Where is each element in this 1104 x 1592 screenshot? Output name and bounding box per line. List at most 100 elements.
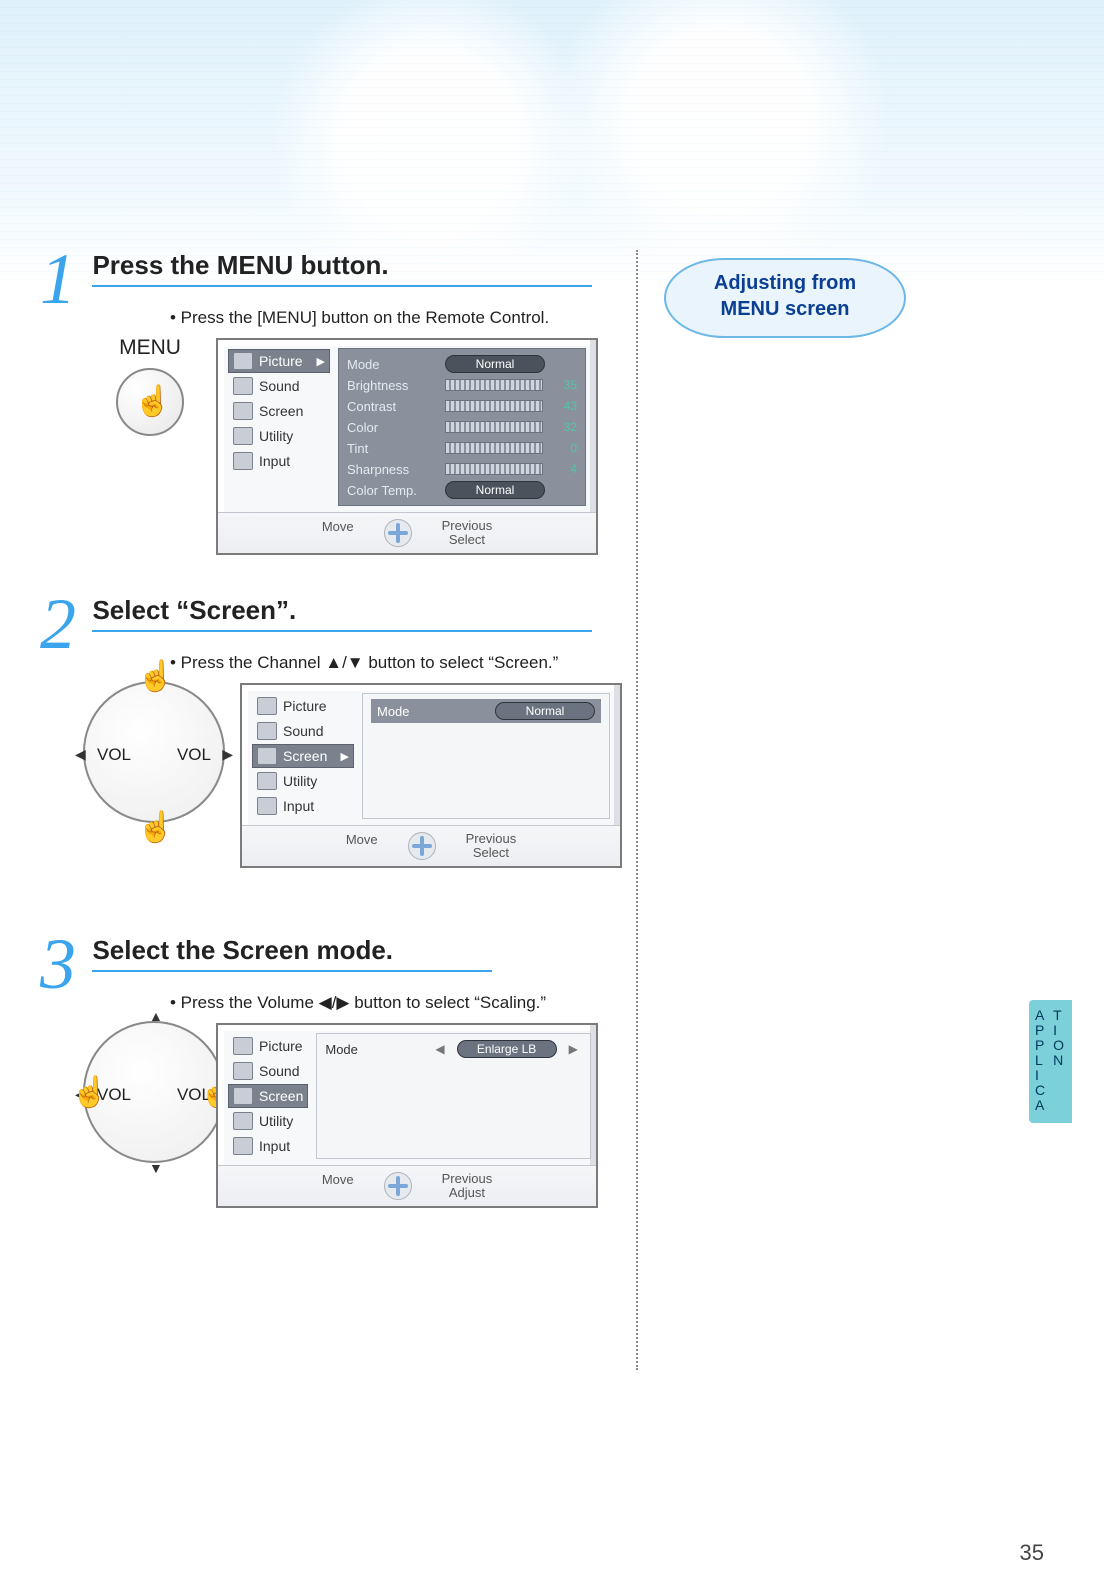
- osd-menu-item[interactable]: Screen: [228, 1084, 308, 1108]
- menu-category-icon: [233, 1037, 253, 1055]
- step-title: Select the Screen mode.: [92, 935, 492, 966]
- step-1: 1 Press the MENU button. • Press the [ME…: [40, 250, 680, 555]
- osd-menu-item[interactable]: Screen ▶: [252, 744, 354, 768]
- osd-slider[interactable]: [445, 442, 543, 454]
- osd-foot-select: Select: [473, 846, 509, 860]
- osd-menu-label: Utility: [259, 1113, 303, 1129]
- osd-menu-label: Screen: [259, 403, 325, 419]
- title-rule: [92, 970, 492, 972]
- triangle-left-icon: ◀: [75, 746, 86, 763]
- step-note: • Press the [MENU] button on the Remote …: [170, 308, 680, 328]
- menu-category-icon: [233, 452, 253, 470]
- side-tab-col1: APPLICA: [1035, 1008, 1047, 1113]
- remote-dpad-illustration: ▲ ▼ ◀ ▶ VOL VOL ☝ ☝: [68, 661, 240, 823]
- osd-setting-key: Mode: [347, 357, 437, 372]
- osd-menu-label: Input: [259, 453, 325, 469]
- vol-label-left: VOL: [97, 745, 131, 765]
- osd-menu-item[interactable]: Input: [228, 1134, 308, 1158]
- osd-menu-label: Utility: [283, 773, 349, 789]
- osd-menu-item[interactable]: Picture: [252, 694, 354, 718]
- osd-menu-item[interactable]: Picture ▶: [228, 349, 330, 373]
- osd-foot-move: Move: [322, 1172, 354, 1200]
- osd-setting-key: Color Temp.: [347, 483, 437, 498]
- menu-category-icon: [233, 377, 253, 395]
- osd-value: 0: [551, 441, 577, 455]
- osd-menu-item[interactable]: Picture: [228, 1034, 308, 1058]
- chevron-right-icon: ▶: [317, 355, 325, 368]
- osd-setting-row[interactable]: Mode Normal: [347, 354, 577, 374]
- osd-value-pill: Normal: [445, 355, 545, 373]
- menu-category-icon: [233, 352, 253, 370]
- osd-foot-previous: Previous: [442, 1172, 493, 1186]
- osd-menu-label: Sound: [259, 378, 325, 394]
- osd-setting-row[interactable]: Color Temp.Normal: [347, 480, 577, 500]
- osd-foot-move: Move: [322, 519, 354, 547]
- menu-category-icon: [257, 747, 277, 765]
- osd-foot-select: Adjust: [449, 1186, 485, 1200]
- osd-menu-item[interactable]: Utility: [252, 769, 354, 793]
- osd-setting-key: Tint: [347, 441, 437, 456]
- hand-icon: ☝: [71, 1075, 108, 1110]
- osd-slider[interactable]: [445, 400, 543, 412]
- osd-slider[interactable]: [445, 463, 543, 475]
- hand-icon: ☝: [137, 659, 174, 694]
- osd-menu-item[interactable]: Input: [252, 794, 354, 818]
- osd-foot-right: PreviousSelect: [466, 832, 517, 860]
- osd-menu-item[interactable]: Sound: [228, 1059, 308, 1083]
- osd-footer: Move PreviousAdjust: [218, 1165, 596, 1206]
- dpad-icon: [408, 832, 436, 860]
- osd-menu-item[interactable]: Utility: [228, 1109, 308, 1133]
- side-tab: APPLICA TION: [1029, 1000, 1072, 1123]
- osd-setting-key: Contrast: [347, 399, 437, 414]
- osd-footer: MovePreviousSelect: [218, 512, 596, 553]
- title-rule: [92, 285, 592, 287]
- decorative-banner: [0, 0, 1104, 280]
- osd-menu-label: Input: [283, 798, 349, 814]
- osd-value-pill: Normal: [495, 702, 595, 720]
- menu-category-icon: [257, 722, 277, 740]
- chevron-right-icon: ▶: [341, 750, 349, 763]
- triangle-left-icon[interactable]: ◀: [431, 1042, 448, 1056]
- osd-slider[interactable]: [445, 421, 543, 433]
- osd-setting-row[interactable]: Color32: [347, 417, 577, 437]
- hand-icon: ☝: [134, 384, 171, 419]
- osd-setting-key: Mode: [325, 1042, 415, 1057]
- osd-menu-label: Screen: [283, 748, 335, 764]
- osd-foot-previous: Previous: [442, 519, 493, 533]
- osd-menu-item[interactable]: Input: [228, 449, 330, 473]
- step-title: Press the MENU button.: [92, 250, 592, 281]
- page-number: 35: [1020, 1540, 1044, 1566]
- osd-setting-key: Sharpness: [347, 462, 437, 477]
- triangle-right-icon: ▶: [222, 746, 233, 763]
- steps-column: 1 Press the MENU button. • Press the [ME…: [40, 250, 680, 1275]
- osd-setting-key: Color: [347, 420, 437, 435]
- page-root: { "page_number": "35", "side_title_line1…: [0, 0, 1104, 1592]
- osd-setting-row[interactable]: Sharpness 4: [347, 459, 577, 479]
- osd-setting-key: Mode: [377, 704, 467, 719]
- osd-menu-label: Picture: [283, 698, 349, 714]
- osd-setting-row[interactable]: Brightness35: [347, 375, 577, 395]
- step-note: • Press the Volume ◀/▶ button to select …: [170, 993, 680, 1013]
- menu-category-icon: [233, 1112, 253, 1130]
- osd-setting-row[interactable]: Mode◀Enlarge LB▶: [325, 1039, 581, 1059]
- step-number: 1: [40, 250, 82, 308]
- osd-value: 4: [551, 462, 577, 476]
- osd-menu-item[interactable]: Utility: [228, 424, 330, 448]
- osd-setting-row[interactable]: Contrast43: [347, 396, 577, 416]
- osd-setting-row[interactable]: Mode Normal: [371, 699, 601, 723]
- osd-menu-item[interactable]: Sound: [252, 719, 354, 743]
- osd-menu-item[interactable]: Screen: [228, 399, 330, 423]
- step-2: 2 Select “Screen”. • Press the Channel ▲…: [40, 595, 680, 895]
- osd-menu-item[interactable]: Sound: [228, 374, 330, 398]
- step-number: 3: [40, 935, 82, 993]
- triangle-right-icon[interactable]: ▶: [565, 1042, 582, 1056]
- menu-button-icon: ☝: [116, 368, 184, 436]
- menu-category-icon: [257, 697, 277, 715]
- osd-menu-label: Screen: [259, 1088, 303, 1104]
- menu-category-icon: [233, 1087, 253, 1105]
- osd-menu-label: Picture: [259, 353, 311, 369]
- osd-slider[interactable]: [445, 379, 543, 391]
- remote-dpad-illustration: ▲ ▼ ◀ ▶ VOL VOL ☝ ☝: [68, 1001, 240, 1163]
- osd-setting-row[interactable]: Tint 0: [347, 438, 577, 458]
- menu-category-icon: [233, 1062, 253, 1080]
